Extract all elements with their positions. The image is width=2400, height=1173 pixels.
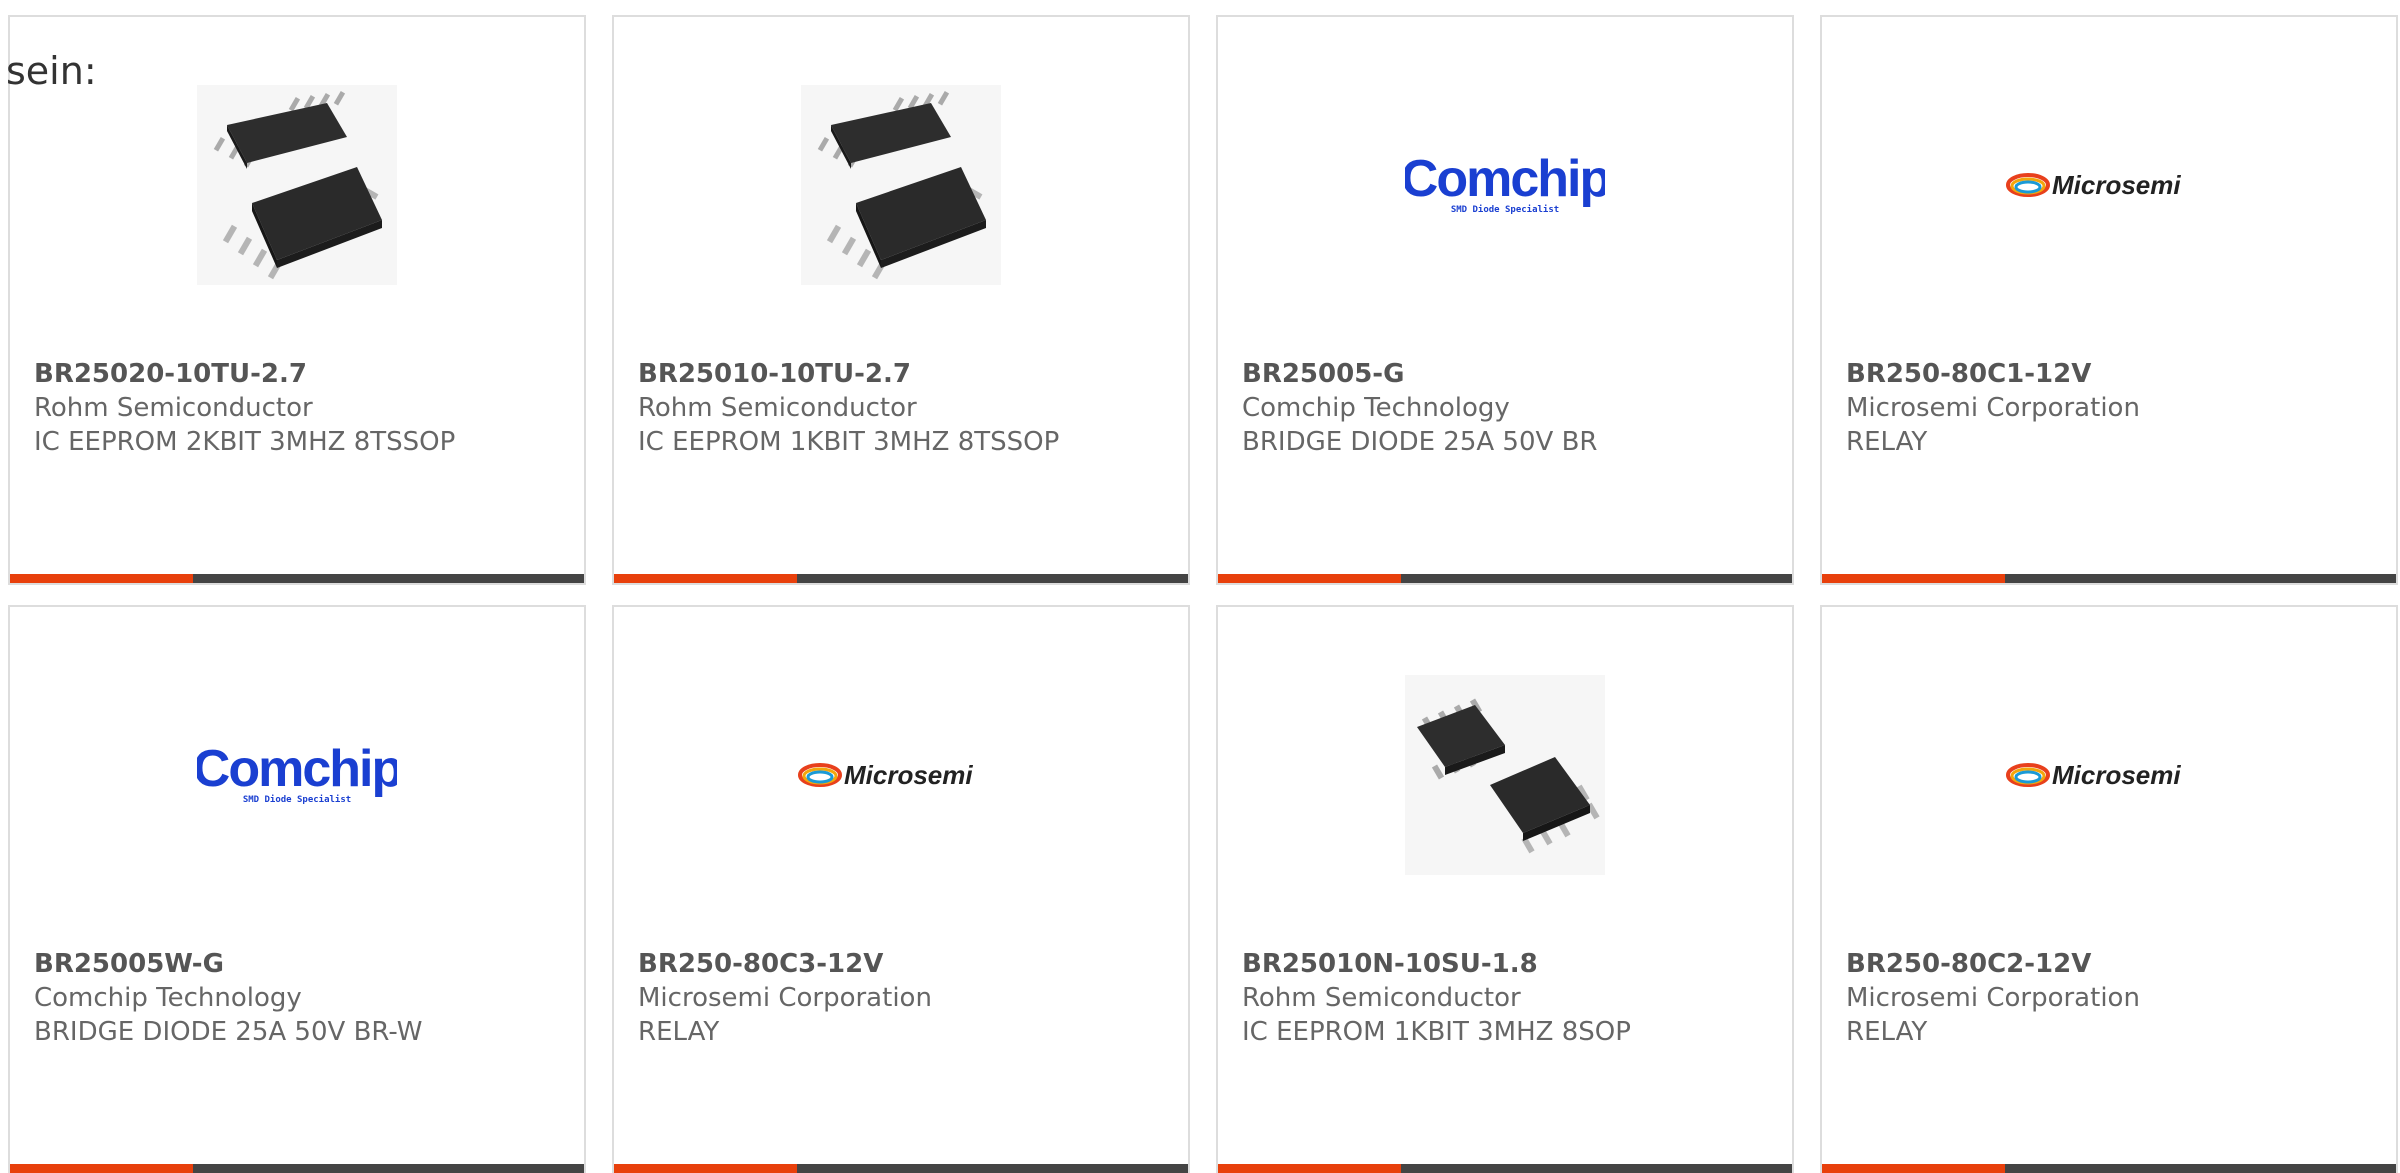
description: BRIDGE DIODE 25A 50V BR-W <box>34 1017 423 1047</box>
product-image: Microsemi <box>614 675 1188 875</box>
product-card[interactable]: Comchip SMD Diode Specialist BR25005-G C… <box>1216 15 1794 585</box>
product-card[interactable]: Comchip SMD Diode Specialist BR25005W-G … <box>8 605 586 1173</box>
card-accent-bar <box>614 574 1188 583</box>
microsemi-logo-name: Microsemi <box>2052 170 2181 200</box>
description: IC EEPROM 1KBIT 3MHZ 8TSSOP <box>638 427 1060 457</box>
card-accent-bar <box>10 1164 584 1173</box>
manufacturer: Comchip Technology <box>34 983 302 1013</box>
description: RELAY <box>1846 427 1928 457</box>
accent-segment <box>10 574 193 583</box>
part-number[interactable]: BR250-80C3-12V <box>638 947 1168 981</box>
microsemi-logo-name: Microsemi <box>2052 760 2181 790</box>
card-accent-bar <box>10 574 584 583</box>
description: IC EEPROM 2KBIT 3MHZ 8TSSOP <box>34 427 456 457</box>
product-card[interactable]: Microsemi BR250-80C2-12V Microsemi Corpo… <box>1820 605 2398 1173</box>
comchip-logo: Comchip SMD Diode Specialist <box>1405 150 1605 215</box>
description: BRIDGE DIODE 25A 50V BR <box>1242 427 1598 457</box>
comchip-logo-name: Comchip <box>1405 150 1605 208</box>
product-card[interactable]: BR25010N-10SU-1.8 Rohm Semiconductor IC … <box>1216 605 1794 1173</box>
product-image: Microsemi <box>1822 85 2396 285</box>
sop-chip-photo <box>1405 675 1605 875</box>
accent-segment <box>1822 1164 2005 1173</box>
card-accent-bar <box>1822 574 2396 583</box>
product-listing-page: sein: BR25020-10TU-2.7 Rohm Semiconducto… <box>0 0 2400 1173</box>
description: RELAY <box>1846 1017 1928 1047</box>
accent-segment <box>1822 574 2005 583</box>
manufacturer: Microsemi Corporation <box>1846 393 2140 423</box>
microsemi-logo-name: Microsemi <box>844 760 973 790</box>
part-number[interactable]: BR25005-G <box>1242 357 1772 391</box>
product-card[interactable]: BR25020-10TU-2.7 Rohm Semiconductor IC E… <box>8 15 586 585</box>
product-card[interactable]: BR25010-10TU-2.7 Rohm Semiconductor IC E… <box>612 15 1190 585</box>
comchip-logo-tagline: SMD Diode Specialist <box>243 794 351 805</box>
intro-text: sein: <box>6 49 97 93</box>
part-number[interactable]: BR25020-10TU-2.7 <box>34 357 564 391</box>
product-card[interactable]: Microsemi BR250-80C1-12V Microsemi Corpo… <box>1820 15 2398 585</box>
part-number[interactable]: BR250-80C1-12V <box>1846 357 2376 391</box>
microsemi-logo: Microsemi <box>798 760 973 790</box>
part-number[interactable]: BR25010-10TU-2.7 <box>638 357 1168 391</box>
card-accent-bar <box>614 1164 1188 1173</box>
comchip-logo-name: Comchip <box>197 740 397 798</box>
manufacturer: Microsemi Corporation <box>638 983 932 1013</box>
manufacturer: Comchip Technology <box>1242 393 1510 423</box>
manufacturer: Rohm Semiconductor <box>1242 983 1521 1013</box>
manufacturer: Rohm Semiconductor <box>638 393 917 423</box>
accent-segment <box>1218 574 1401 583</box>
part-number[interactable]: BR25005W-G <box>34 947 564 981</box>
tssop-chip-photo <box>801 85 1001 285</box>
product-image <box>10 85 584 285</box>
part-number[interactable]: BR25010N-10SU-1.8 <box>1242 947 1772 981</box>
product-image: Comchip SMD Diode Specialist <box>1218 85 1792 285</box>
product-grid: BR25020-10TU-2.7 Rohm Semiconductor IC E… <box>8 15 2398 1173</box>
product-image: Comchip SMD Diode Specialist <box>10 675 584 875</box>
accent-segment <box>614 574 797 583</box>
accent-segment <box>1218 1164 1401 1173</box>
accent-segment <box>10 1164 193 1173</box>
manufacturer: Microsemi Corporation <box>1846 983 2140 1013</box>
tssop-chip-photo <box>197 85 397 285</box>
comchip-logo: Comchip SMD Diode Specialist <box>197 740 397 805</box>
part-number[interactable]: BR250-80C2-12V <box>1846 947 2376 981</box>
product-image <box>1218 675 1792 875</box>
comchip-logo-tagline: SMD Diode Specialist <box>1451 204 1559 215</box>
microsemi-logo: Microsemi <box>2006 760 2181 790</box>
description: RELAY <box>638 1017 720 1047</box>
card-accent-bar <box>1218 574 1792 583</box>
product-image: Microsemi <box>1822 675 2396 875</box>
accent-segment <box>614 1164 797 1173</box>
card-accent-bar <box>1822 1164 2396 1173</box>
microsemi-logo: Microsemi <box>2006 170 2181 200</box>
product-card[interactable]: Microsemi BR250-80C3-12V Microsemi Corpo… <box>612 605 1190 1173</box>
card-accent-bar <box>1218 1164 1792 1173</box>
manufacturer: Rohm Semiconductor <box>34 393 313 423</box>
product-image <box>614 85 1188 285</box>
description: IC EEPROM 1KBIT 3MHZ 8SOP <box>1242 1017 1631 1047</box>
